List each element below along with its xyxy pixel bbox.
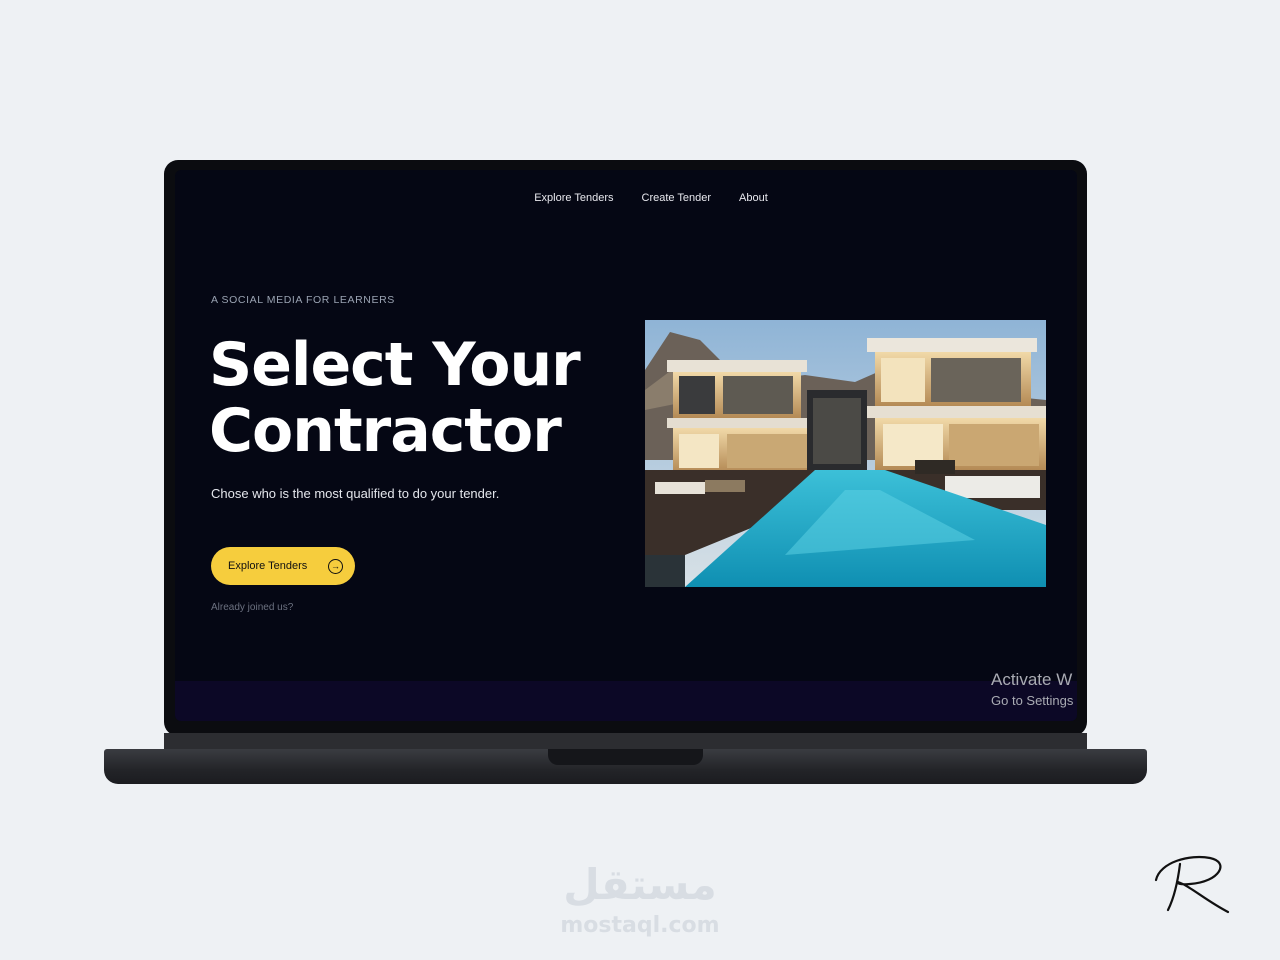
- explore-tenders-button[interactable]: Explore Tenders →: [211, 547, 355, 585]
- hero-title-line2: Contractor: [209, 396, 562, 466]
- activate-windows-line1: Activate W: [991, 670, 1073, 689]
- activate-windows-watermark: Activate W Go to Settings: [991, 670, 1073, 708]
- hero-title-line1: Select Your: [209, 330, 581, 400]
- hero-title: Select Your Contractor: [209, 332, 629, 464]
- already-joined-text: Already joined us?: [211, 602, 294, 613]
- explore-tenders-button-label: Explore Tenders: [228, 560, 308, 572]
- nav-create-tender[interactable]: Create Tender: [642, 192, 712, 204]
- top-nav: Explore Tenders Create Tender About: [175, 192, 1077, 204]
- mostaql-logo-latin: mostaql.com: [560, 913, 720, 938]
- nav-about[interactable]: About: [739, 192, 768, 204]
- laptop-screen: Explore Tenders Create Tender About A SO…: [175, 170, 1077, 721]
- mostaql-logo-arabic: مستقل: [563, 860, 717, 909]
- hero-subtitle: Chose who is the most qualified to do yo…: [211, 486, 500, 501]
- hero-house-image: [645, 320, 1046, 587]
- signature-logo-icon: [1154, 855, 1230, 914]
- bottom-band: [175, 681, 1077, 721]
- arrow-right-circle-icon: →: [328, 558, 343, 574]
- nav-explore-tenders[interactable]: Explore Tenders: [534, 192, 613, 204]
- house-pool-illustration: [645, 320, 1046, 587]
- laptop-notch: [548, 749, 703, 765]
- hero-eyebrow: A SOCIAL MEDIA FOR LEARNERS: [211, 294, 395, 306]
- laptop-hinge: [164, 733, 1087, 749]
- activate-windows-line2: Go to Settings: [991, 693, 1074, 708]
- stage: Explore Tenders Create Tender About A SO…: [0, 0, 1280, 960]
